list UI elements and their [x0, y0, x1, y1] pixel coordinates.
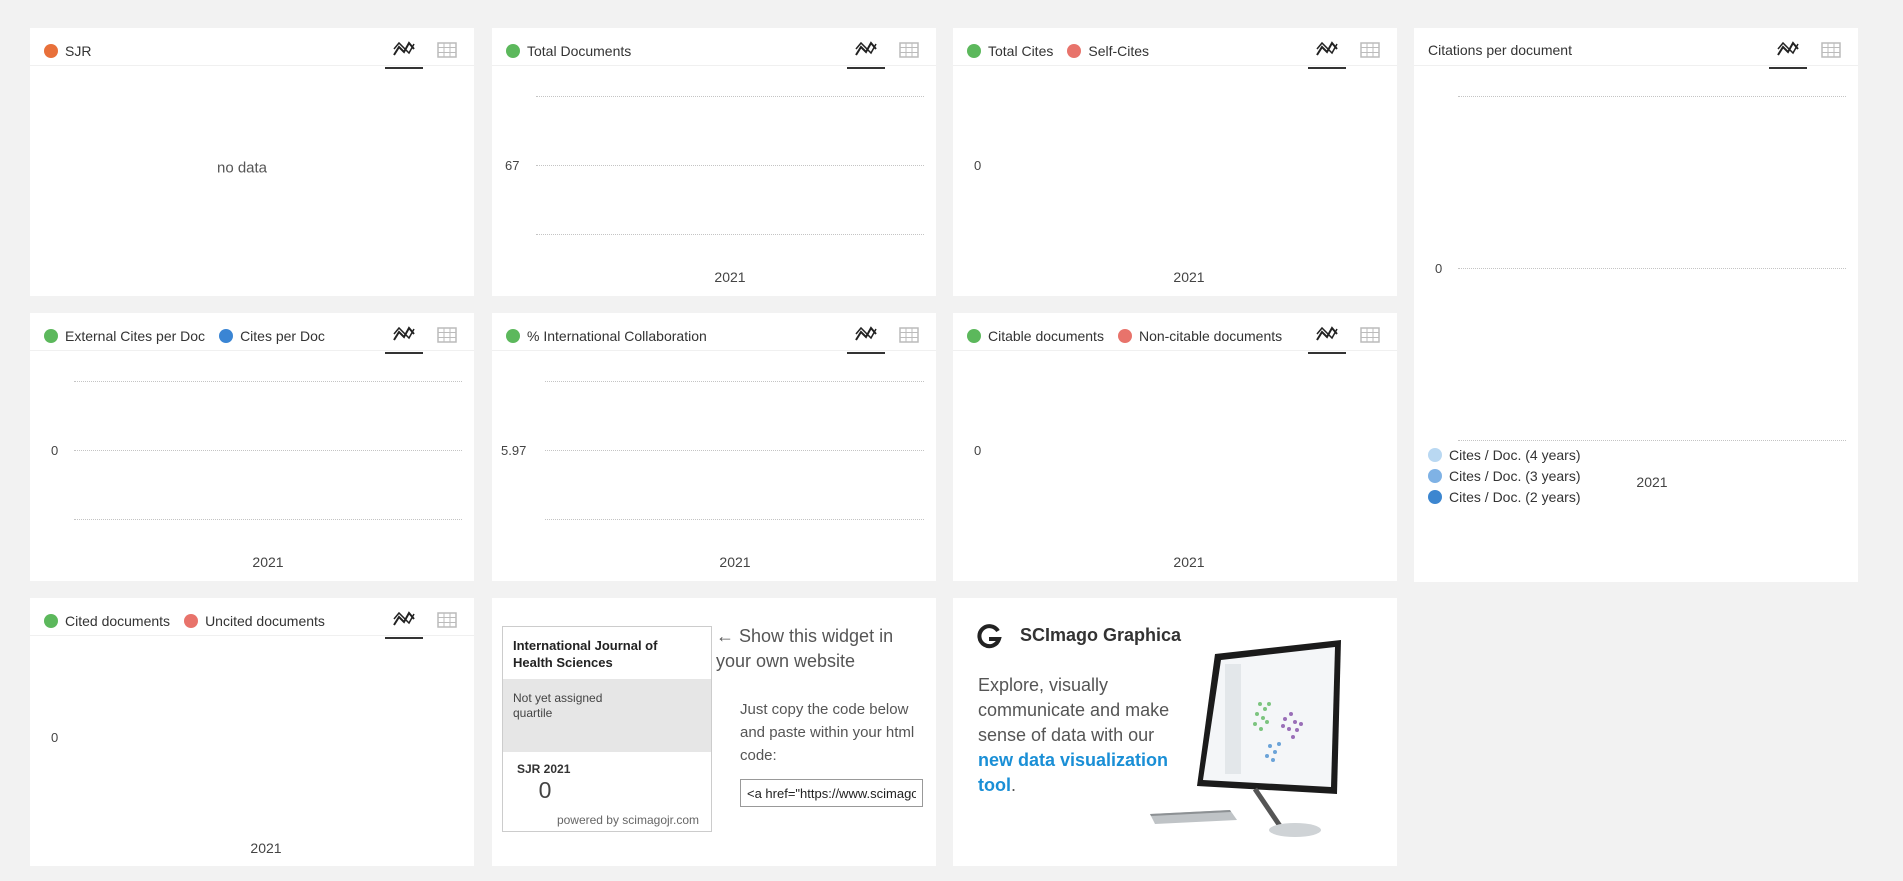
line-chart-icon[interactable] [1308, 319, 1346, 354]
widget-sjr-value: 0 [538, 777, 552, 803]
cited-documents-card: Cited documents Uncited documents 0 2021 [30, 598, 474, 866]
legend-item-uncited-documents[interactable]: Uncited documents [184, 613, 325, 629]
line-chart-icon[interactable] [1308, 34, 1346, 69]
line-chart-icon[interactable] [385, 319, 423, 354]
table-icon[interactable] [428, 319, 466, 351]
total-documents-card: Total Documents 67 2021 [492, 28, 936, 296]
y-tick-label: 0 [51, 443, 59, 458]
chart-legend: Cited documents Uncited documents [44, 613, 339, 629]
legend-item-non-citable-documents[interactable]: Non-citable documents [1117, 328, 1282, 344]
y-tick-label: 0 [1435, 261, 1443, 276]
legend-item-total-documents[interactable]: Total Documents [506, 43, 631, 59]
gridline [536, 165, 924, 166]
total-cites-card: Total Cites Self-Cites 0 2021 [953, 28, 1397, 296]
card-title: Citations per document [1428, 42, 1572, 58]
legend-item-international-collaboration[interactable]: % International Collaboration [506, 328, 707, 344]
gridline [545, 450, 924, 451]
gridline [545, 381, 924, 382]
legend-item-cited-documents[interactable]: Cited documents [44, 613, 170, 629]
legend-item-cites-doc-2y[interactable]: Cites / Doc. (2 years) [1428, 486, 1580, 507]
chart-legend: Citable documents Non-citable documents [967, 328, 1296, 344]
x-tick-label: 2021 [250, 840, 282, 856]
y-tick-label: 67 [505, 158, 520, 173]
gridline [74, 450, 462, 451]
international-collaboration-card: % International Collaboration 5.97 2021 [492, 313, 936, 581]
chart-legend: External Cites per Doc Cites per Doc [44, 328, 339, 344]
table-icon[interactable] [1351, 319, 1389, 351]
gridline [1458, 268, 1846, 269]
sjr-card: SJR no data [30, 28, 474, 296]
graphica-logo-icon [975, 623, 1003, 656]
gridline [74, 519, 462, 520]
table-icon[interactable] [1812, 34, 1850, 66]
chart-legend: SJR [44, 43, 105, 59]
widget-powered-by: powered by scimagojr.com [556, 813, 699, 827]
widget-card: International Journal of Health Sciences… [492, 598, 936, 866]
line-chart-icon[interactable] [385, 34, 423, 69]
legend-item-self-cites[interactable]: Self-Cites [1067, 43, 1149, 59]
x-tick-label: 2021 [252, 554, 284, 570]
chart-legend: Cites / Doc. (4 years) Cites / Doc. (3 y… [1428, 444, 1580, 507]
y-tick-label: 0 [974, 158, 982, 173]
gridline [536, 96, 924, 97]
widget-quartile-box: Not yet assigned quartile [503, 679, 711, 752]
gridline [536, 234, 924, 235]
table-icon[interactable] [428, 604, 466, 636]
widget-promo-text: ← Show this widget in your own website [716, 626, 894, 671]
legend-item-cites-per-doc[interactable]: Cites per Doc [219, 328, 325, 344]
widget-code-input[interactable] [740, 779, 923, 807]
x-tick-label: 2021 [1173, 554, 1205, 570]
gridline [545, 519, 924, 520]
scimago-graphica-card[interactable]: SCImago Graphica Explore, visually commu… [953, 598, 1397, 866]
y-tick-label: 0 [51, 730, 59, 745]
line-chart-icon[interactable] [847, 34, 885, 69]
gridline [1458, 440, 1846, 441]
external-cites-card: External Cites per Doc Cites per Doc 0 2… [30, 313, 474, 581]
gridline [1458, 96, 1846, 97]
y-tick-label: 5.97 [501, 443, 527, 458]
widget-quartile-text: Not yet assigned quartile [513, 691, 603, 720]
widget-journal-title: International Journal of Health Sciences [513, 638, 658, 670]
x-tick-label: 2021 [719, 554, 751, 570]
widget-sjr-label: SJR 2021 [517, 762, 571, 776]
legend-item-total-cites[interactable]: Total Cites [967, 43, 1053, 59]
citations-per-document-card: Citations per document 0 2021 Cites / Do… [1414, 28, 1858, 582]
x-tick-label: 2021 [1173, 269, 1205, 285]
x-tick-label: 2021 [714, 269, 746, 285]
citable-documents-card: Citable documents Non-citable documents … [953, 313, 1397, 581]
chart-legend: Total Documents [506, 43, 645, 59]
chart-legend: % International Collaboration [506, 328, 721, 344]
legend-item-cites-doc-4y[interactable]: Cites / Doc. (4 years) [1428, 444, 1580, 465]
legend-item-sjr[interactable]: SJR [44, 43, 91, 59]
table-icon[interactable] [428, 34, 466, 66]
no-data-label: no data [216, 159, 268, 177]
chart-legend: Total Cites Self-Cites [967, 43, 1163, 59]
y-tick-label: 0 [974, 443, 982, 458]
widget-copy-instructions: Just copy the code below and paste withi… [740, 701, 915, 764]
gridline [74, 381, 462, 382]
legend-item-external-cites-per-doc[interactable]: External Cites per Doc [44, 328, 205, 344]
x-tick-label: 2021 [1636, 474, 1668, 490]
graphica-link[interactable]: new data visualization tool [978, 750, 1168, 795]
legend-item-cites-doc-3y[interactable]: Cites / Doc. (3 years) [1428, 465, 1580, 486]
legend-item-citable-documents[interactable]: Citable documents [967, 328, 1104, 344]
line-chart-icon[interactable] [847, 319, 885, 354]
table-icon[interactable] [890, 34, 928, 66]
table-icon[interactable] [1351, 34, 1389, 66]
line-chart-icon[interactable] [1769, 34, 1807, 69]
computer-illustration-icon [1145, 634, 1345, 849]
sjr-widget-preview[interactable]: International Journal of Health Sciences… [502, 626, 712, 832]
table-icon[interactable] [890, 319, 928, 351]
line-chart-icon[interactable] [385, 604, 423, 639]
